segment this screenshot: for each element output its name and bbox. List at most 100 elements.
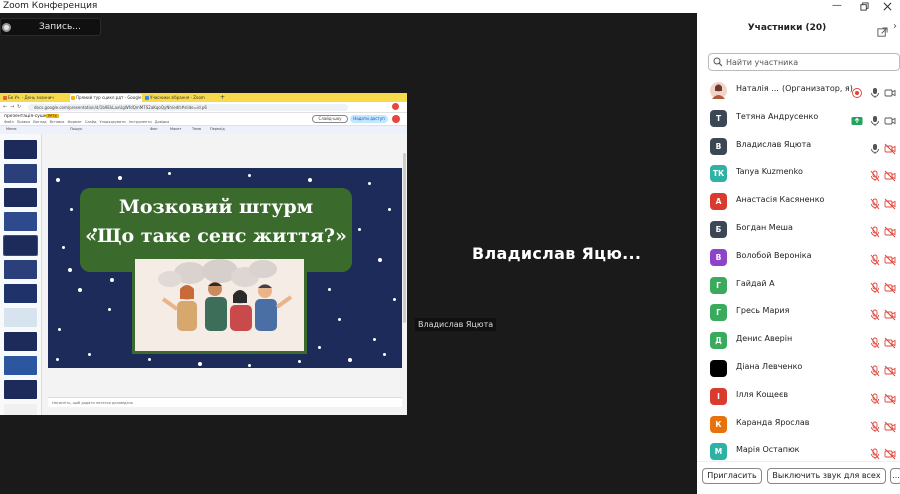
user-avatar[interactable] xyxy=(392,115,400,123)
canvas-scrollbar[interactable] xyxy=(403,153,406,323)
camera-off-icon[interactable] xyxy=(884,418,896,432)
participant-row[interactable]: В Владислав Яцюта xyxy=(697,132,900,160)
participant-row[interactable]: Наталія ... (Организатор, я) xyxy=(697,76,900,104)
microphone-icon[interactable] xyxy=(869,140,881,154)
mute-all-button[interactable]: Выключить звук для всех xyxy=(767,468,886,484)
microphone-muted-icon[interactable] xyxy=(869,251,881,266)
toolbar-item[interactable]: Макет xyxy=(170,127,181,131)
slide-thumbnail[interactable] xyxy=(4,164,37,183)
toolbar-item[interactable]: Пошук xyxy=(70,127,82,131)
slide-thumbnail[interactable] xyxy=(4,380,37,399)
camera-off-icon[interactable] xyxy=(884,140,896,154)
browser-tab-1[interactable]: Бе Уч. - День знаннич вардів і xyxy=(2,94,68,108)
reload-icon[interactable]: ↻ xyxy=(17,104,21,110)
participant-name: Діана Левченко xyxy=(736,362,803,371)
invite-button[interactable]: Пригласить xyxy=(702,468,762,484)
star-decoration xyxy=(93,228,97,232)
toolbar-item[interactable]: Перехід xyxy=(210,127,225,131)
camera-icon[interactable] xyxy=(884,84,896,97)
recording-label: Запись... xyxy=(39,22,81,32)
popout-button[interactable] xyxy=(877,23,888,37)
camera-off-icon[interactable] xyxy=(884,390,896,405)
slide-thumbnail[interactable] xyxy=(3,235,38,256)
toolbar-item[interactable]: Фон xyxy=(150,127,157,131)
participant-row[interactable]: Б Богдан Меша xyxy=(697,215,900,243)
camera-off-icon[interactable] xyxy=(884,306,896,321)
participants-footer: Пригласить Выключить звук для всех ... xyxy=(697,461,900,494)
share-button[interactable]: Надати доступ xyxy=(350,115,388,123)
microphone-muted-icon[interactable] xyxy=(869,390,881,405)
slide-thumbnail[interactable] xyxy=(4,260,37,279)
participant-row[interactable]: А Анастасія Касяненко xyxy=(697,187,900,215)
microphone-muted-icon[interactable] xyxy=(869,167,881,182)
participant-row[interactable]: І Ілля Кощеєв xyxy=(697,382,900,410)
participant-row[interactable]: Г Гайдай А xyxy=(697,271,900,299)
new-tab-button[interactable]: + xyxy=(218,94,228,102)
slideshow-button[interactable]: Слайд-шоу xyxy=(312,115,348,123)
avatar: А xyxy=(710,193,727,211)
microphone-muted-icon[interactable] xyxy=(869,223,881,238)
star-decoration xyxy=(383,353,386,356)
avatar: Б xyxy=(710,221,727,238)
profile-avatar[interactable] xyxy=(392,103,399,110)
microphone-muted-icon[interactable] xyxy=(869,279,881,293)
avatar: В xyxy=(710,248,727,266)
close-window-button[interactable] xyxy=(872,0,900,13)
participant-row[interactable]: ТК Tanya Kuzmenko xyxy=(697,159,900,187)
participant-role: (Организатор, я) xyxy=(782,84,853,93)
back-icon[interactable]: ← xyxy=(3,104,7,110)
participant-row[interactable]: Т Тетяна Андрусенко xyxy=(697,104,900,132)
search-input[interactable] xyxy=(726,55,896,69)
minimize-button[interactable]: — xyxy=(822,0,852,13)
avatar: ТК xyxy=(710,165,727,183)
participant-row[interactable]: К Каранда Ярослав xyxy=(697,410,900,438)
camera-off-icon[interactable] xyxy=(884,279,896,293)
participant-row[interactable]: В Волобой Вероніка xyxy=(697,243,900,271)
microphone-icon[interactable] xyxy=(869,84,881,98)
camera-off-icon[interactable] xyxy=(884,445,896,460)
camera-off-icon[interactable] xyxy=(884,334,896,349)
microphone-muted-icon[interactable] xyxy=(869,418,881,432)
slide-thumbnail[interactable] xyxy=(4,212,37,231)
camera-off-icon[interactable] xyxy=(884,223,896,238)
speaker-notes[interactable]: Натисніть, щоб додати нотатки доповідача xyxy=(48,397,402,407)
microphone-muted-icon[interactable] xyxy=(869,306,881,321)
microphone-muted-icon[interactable] xyxy=(869,195,881,210)
restore-icon xyxy=(859,2,869,11)
slide-thumbnail[interactable] xyxy=(4,332,37,351)
microphone-icon[interactable] xyxy=(869,112,881,126)
participant-search[interactable] xyxy=(708,53,900,71)
star-decoration xyxy=(88,353,91,356)
camera-off-icon[interactable] xyxy=(884,362,896,377)
slide-thumbnail[interactable] xyxy=(4,356,37,375)
slide-thumbnail[interactable] xyxy=(4,284,37,303)
browser-tab-3[interactable]: Учасники зібрання - Zoom xyxy=(144,94,214,102)
slide-thumbnail[interactable] xyxy=(4,188,37,207)
recording-indicator[interactable]: Запись... xyxy=(0,18,101,36)
camera-off-icon[interactable] xyxy=(884,251,896,266)
slide-thumbnail[interactable] xyxy=(4,404,37,415)
toolbar-item[interactable]: Тема xyxy=(192,127,201,131)
camera-off-icon[interactable] xyxy=(884,195,896,210)
slide-thumbnail[interactable] xyxy=(4,308,37,327)
participant-name: Владислав Яцюта xyxy=(736,139,812,149)
participant-row[interactable]: Діана Левченко xyxy=(697,354,900,382)
microphone-muted-icon[interactable] xyxy=(869,445,881,460)
camera-off-icon[interactable] xyxy=(884,167,896,182)
slides-menu-bar[interactable]: Файл Правка Вигляд Вставка Формат Слайд … xyxy=(4,120,169,124)
current-slide[interactable]: Мозковий штурм «Що таке сенс життя?» xyxy=(48,168,402,368)
slide-thumbnail[interactable] xyxy=(4,140,37,159)
document-title[interactable]: презентація-сушка xyxy=(4,114,49,119)
browser-tab-2[interactable]: Прямий тур сцикл.рдт - Google xyxy=(70,94,142,102)
avatar: Г xyxy=(710,304,727,322)
url-field[interactable]: docs.google.com/presentation/d/1b9EkLaxU… xyxy=(28,104,348,111)
toolbar-item[interactable]: Меню xyxy=(6,127,16,131)
more-options-button[interactable]: ... xyxy=(890,468,900,484)
forward-icon[interactable]: → xyxy=(10,104,14,110)
participant-row[interactable]: Г Гресь Мария xyxy=(697,298,900,326)
microphone-muted-icon[interactable] xyxy=(869,362,881,377)
participant-row[interactable]: Д Денис Аверін xyxy=(697,326,900,354)
microphone-muted-icon[interactable] xyxy=(869,334,881,349)
camera-icon[interactable] xyxy=(884,112,896,125)
chevron-right-icon[interactable]: › xyxy=(893,21,897,32)
